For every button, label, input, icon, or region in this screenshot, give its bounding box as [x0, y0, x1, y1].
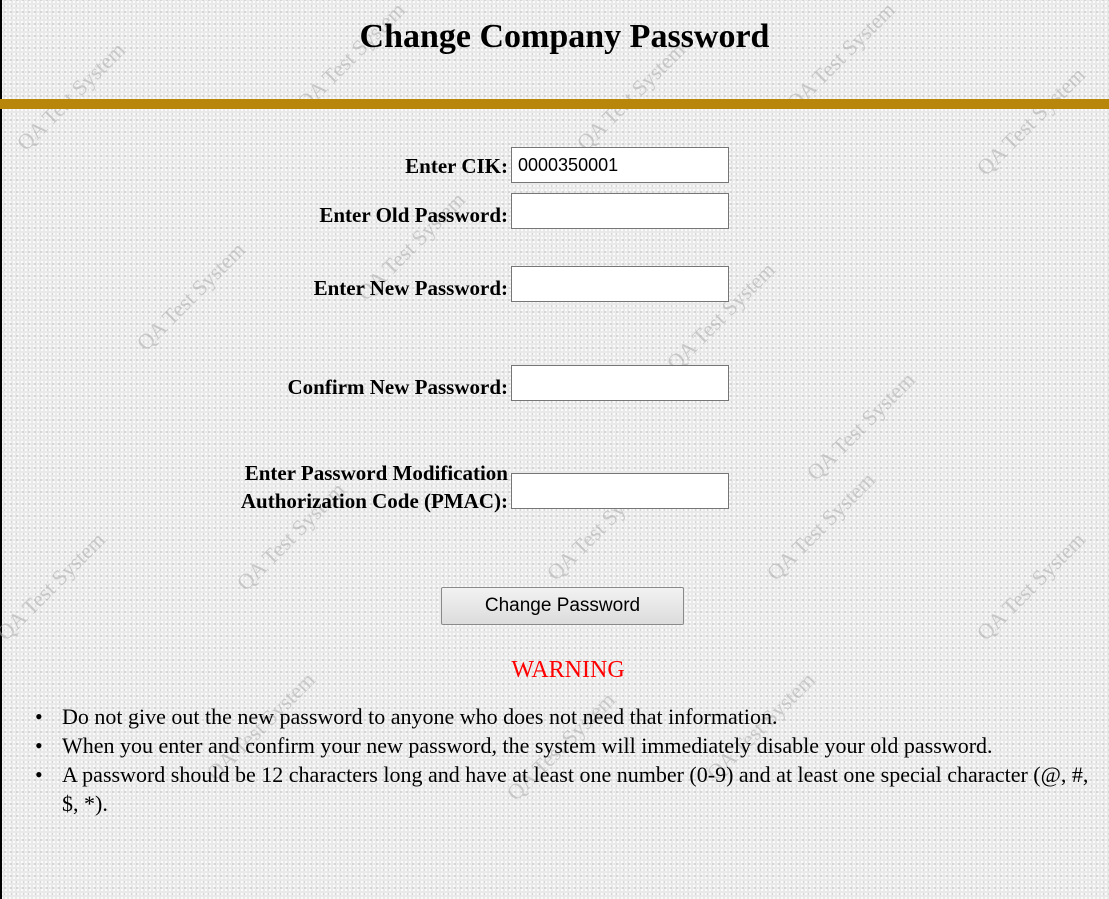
cik-label: Enter CIK:: [405, 154, 508, 178]
title-divider: [0, 99, 1109, 109]
pmac-label-line1: Enter Password Modification: [244, 461, 508, 485]
pmac-label-line2: Authorization Code (PMAC):: [240, 489, 508, 513]
pmac-label: Enter Password Modification Authorizatio…: [241, 459, 508, 515]
warning-heading: WARNING: [511, 657, 625, 683]
watermark: QA Test System: [971, 526, 1090, 646]
watermark: QA Test System: [971, 61, 1090, 181]
watermark: QA Test System: [761, 466, 880, 586]
change-password-button[interactable]: Change Password: [441, 587, 684, 625]
confirm-password-label: Confirm New Password:: [287, 375, 508, 399]
page-title: Change Company Password: [359, 18, 770, 55]
new-password-label: Enter New Password:: [313, 276, 508, 300]
confirm-password-input[interactable]: [511, 365, 729, 401]
left-border: [0, 0, 2, 899]
list-item: A password should be 12 characters long …: [35, 760, 1105, 818]
watermark: QA Test System: [801, 366, 920, 486]
watermark: QA Test System: [131, 236, 250, 356]
pmac-input[interactable]: [511, 473, 729, 509]
list-item: Do not give out the new password to anyo…: [35, 702, 1105, 731]
list-item: When you enter and confirm your new pass…: [35, 731, 1105, 760]
old-password-label: Enter Old Password:: [319, 203, 508, 227]
old-password-input[interactable]: [511, 193, 729, 229]
cik-input[interactable]: [511, 147, 729, 183]
new-password-input[interactable]: [511, 266, 729, 302]
warning-list: Do not give out the new password to anyo…: [35, 702, 1105, 818]
watermark: QA Test System: [0, 526, 110, 646]
